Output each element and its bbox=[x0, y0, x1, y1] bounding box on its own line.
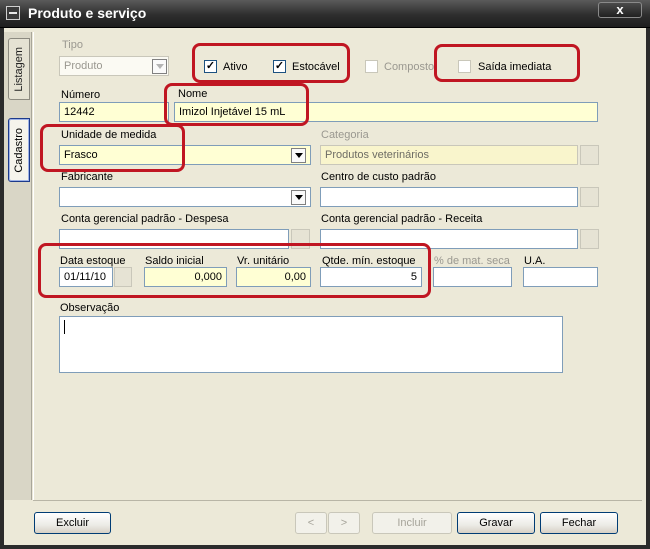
highlight-estoque bbox=[38, 243, 431, 298]
highlight-saida-imediata bbox=[434, 44, 580, 82]
gravar-button[interactable]: Gravar bbox=[457, 512, 535, 534]
centro-custo-label: Centro de custo padrão bbox=[321, 171, 436, 183]
fechar-label: Fechar bbox=[561, 517, 597, 529]
tab-listagem[interactable]: Listagem bbox=[8, 38, 30, 100]
highlight-unidade-medida bbox=[40, 124, 185, 172]
close-button[interactable]: x bbox=[598, 2, 642, 18]
composto-label: Composto bbox=[384, 61, 435, 73]
centro-custo-field[interactable] bbox=[320, 187, 578, 207]
conta-despesa-label: Conta gerencial padrão - Despesa bbox=[61, 213, 229, 225]
previous-icon: < bbox=[307, 517, 315, 529]
fabricante-label: Fabricante bbox=[61, 171, 113, 183]
tab-cadastro-label: Cadastro bbox=[13, 127, 25, 173]
previous-button[interactable]: < bbox=[295, 512, 327, 534]
tipo-label: Tipo bbox=[62, 39, 83, 51]
tipo-dropdown-icon[interactable] bbox=[152, 59, 167, 74]
gravar-label: Gravar bbox=[479, 517, 513, 529]
observacao-label: Observação bbox=[60, 302, 120, 314]
numero-label: Número bbox=[61, 89, 101, 101]
numero-value: 12442 bbox=[64, 106, 95, 118]
next-icon: > bbox=[340, 517, 348, 529]
categoria-label: Categoria bbox=[321, 129, 369, 141]
composto-checkbox[interactable] bbox=[365, 60, 378, 73]
mat-seca-field[interactable] bbox=[433, 267, 512, 287]
highlight-nome bbox=[164, 83, 309, 126]
conta-receita-lookup-button[interactable] bbox=[580, 229, 599, 249]
next-button[interactable]: > bbox=[328, 512, 360, 534]
mat-seca-label: % de mat. seca bbox=[434, 255, 510, 267]
centro-custo-lookup-button[interactable] bbox=[580, 187, 599, 207]
tipo-value: Produto bbox=[64, 60, 103, 72]
ua-label: U.A. bbox=[524, 255, 546, 267]
incluir-label: Incluir bbox=[397, 517, 427, 529]
observacao-textarea[interactable] bbox=[59, 316, 563, 373]
excluir-label: Excluir bbox=[55, 517, 89, 529]
window-title: Produto e serviço bbox=[28, 5, 147, 21]
categoria-field[interactable]: Produtos veterinários bbox=[320, 145, 578, 165]
fabricante-dropdown-icon[interactable] bbox=[291, 190, 306, 205]
window-menu-icon[interactable] bbox=[6, 6, 20, 20]
tab-listagem-label: Listagem bbox=[13, 46, 25, 92]
incluir-button[interactable]: Incluir bbox=[372, 512, 452, 534]
categoria-lookup-button[interactable] bbox=[580, 145, 599, 165]
highlight-ativo-estocavel bbox=[192, 43, 350, 83]
excluir-button[interactable]: Excluir bbox=[34, 512, 111, 534]
text-caret bbox=[64, 320, 65, 334]
ua-field[interactable] bbox=[523, 267, 598, 287]
tab-strip bbox=[4, 32, 32, 500]
unidade-dropdown-icon[interactable] bbox=[291, 148, 306, 163]
fabricante-select[interactable] bbox=[59, 187, 311, 207]
tab-cadastro[interactable]: Cadastro bbox=[8, 118, 30, 182]
fechar-button[interactable]: Fechar bbox=[540, 512, 618, 534]
conta-receita-label: Conta gerencial padrão - Receita bbox=[321, 213, 483, 225]
categoria-value: Produtos veterinários bbox=[325, 149, 429, 161]
numero-field[interactable]: 12442 bbox=[59, 102, 169, 122]
